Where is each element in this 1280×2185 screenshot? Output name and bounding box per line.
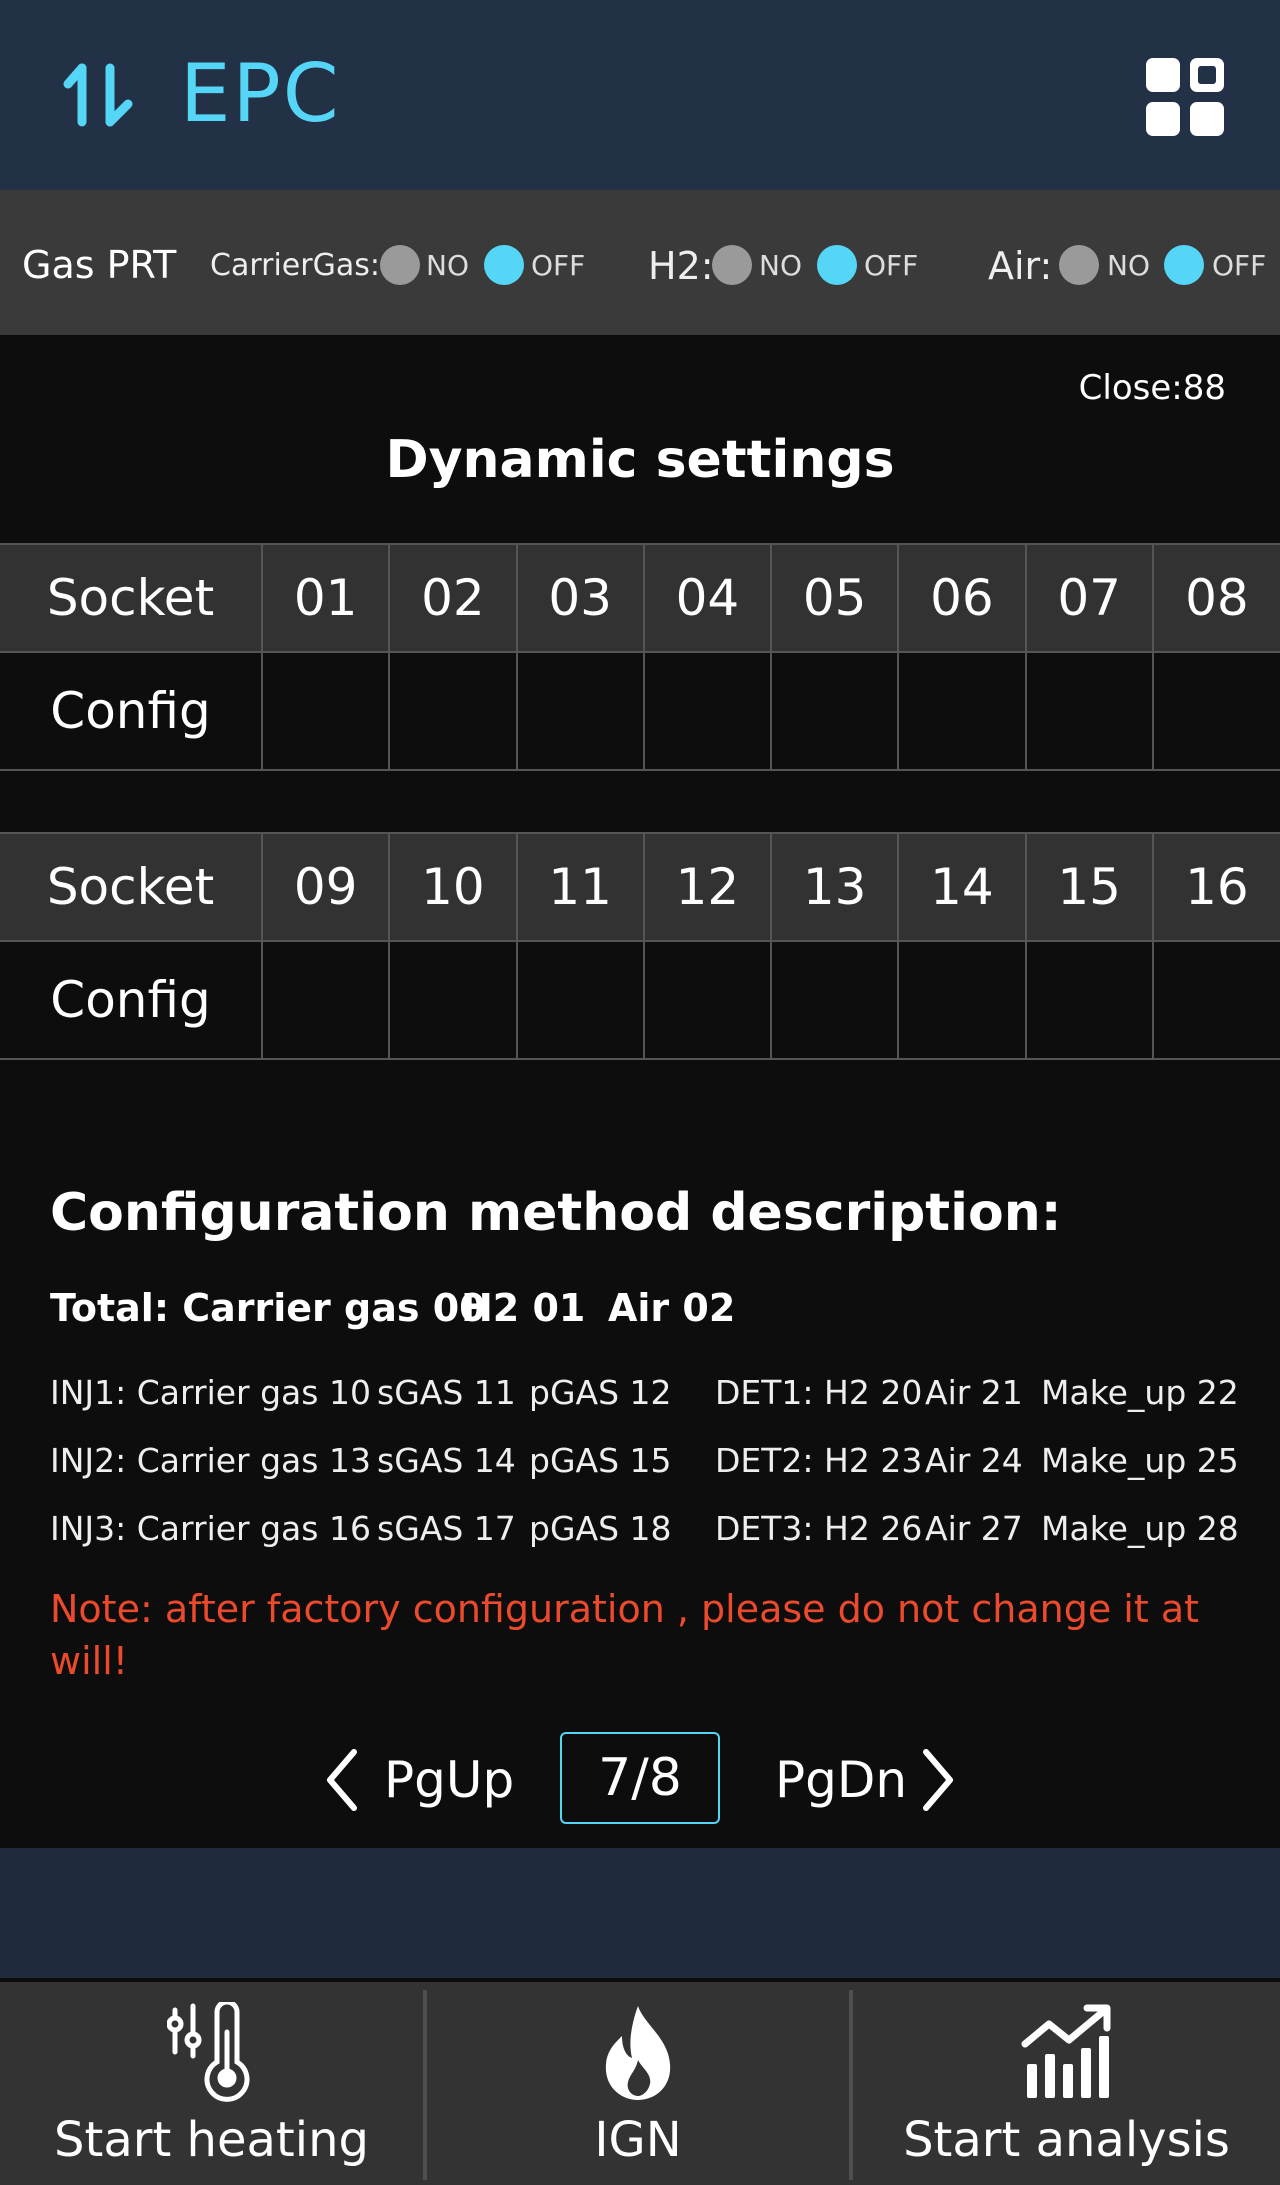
socket-row-label: Socket	[0, 832, 263, 942]
inj3-pgas: pGAS 18	[529, 1509, 672, 1548]
apps-grid-icon[interactable]	[1146, 58, 1224, 136]
config-cell[interactable]	[1024, 940, 1154, 1060]
page-down-button[interactable]: PgDn	[775, 1745, 907, 1815]
config-cell[interactable]	[1024, 651, 1154, 771]
dynamic-settings-title: Dynamic settings	[385, 430, 895, 490]
det3-makeup: Make_up 28	[1041, 1509, 1239, 1548]
socket-number: 03	[515, 543, 645, 653]
socket-number: 04	[642, 543, 773, 653]
socket-number: 14	[897, 832, 1027, 942]
inj3-sgas: sGAS 17	[377, 1509, 516, 1548]
inj2-pgas: pGAS 15	[529, 1441, 672, 1480]
carrier-gas-label: CarrierGas:	[210, 248, 380, 283]
socket-table-2: Socket 09 10 11 12 13 14 15 16 Config	[0, 832, 1280, 1060]
det1-makeup: Make_up 22	[1041, 1373, 1239, 1412]
det1-air: Air 21	[925, 1373, 1023, 1412]
config-cell[interactable]	[1151, 940, 1280, 1060]
config-cell[interactable]	[388, 940, 518, 1060]
socket-number: 15	[1024, 832, 1154, 942]
start-analysis-button[interactable]: Start analysis	[853, 1982, 1280, 2185]
det2-makeup: Make_up 25	[1041, 1441, 1239, 1480]
inj1-pgas: pGAS 12	[529, 1373, 672, 1412]
config-cell[interactable]	[897, 940, 1027, 1060]
warning-note: Note: after factory configuration , plea…	[50, 1587, 1200, 1683]
total-h2: H2 01	[461, 1286, 586, 1330]
start-heating-button[interactable]: Start heating	[0, 1982, 423, 2185]
socket-number: 06	[897, 543, 1027, 653]
config-cell[interactable]	[769, 940, 900, 1060]
det1-h2: DET1: H2 20	[715, 1373, 923, 1412]
h2-no-label: NO	[759, 249, 802, 282]
config-cell[interactable]	[388, 651, 518, 771]
status-band	[0, 1848, 1280, 1978]
gas-prt-title: Gas PRT	[22, 243, 177, 287]
carrier-gas-no-radio[interactable]	[380, 245, 420, 285]
config-cell[interactable]	[897, 651, 1027, 771]
start-heating-label: Start heating	[54, 2112, 369, 2168]
carrier-gas-off-label: OFF	[531, 249, 586, 282]
config-row-label: Config	[0, 940, 263, 1060]
h2-off-label: OFF	[864, 249, 919, 282]
ign-label: IGN	[594, 2112, 682, 2168]
app-title: EPC	[180, 47, 341, 140]
config-row-label: Config	[0, 651, 263, 771]
air-off-label: OFF	[1212, 249, 1267, 282]
page-indicator: 7/8	[560, 1732, 720, 1824]
total-carrier-gas: Total: Carrier gas 00	[50, 1286, 486, 1330]
socket-row-label: Socket	[0, 543, 263, 653]
inj1-sgas: sGAS 11	[377, 1373, 516, 1412]
air-off-radio[interactable]	[1164, 245, 1204, 285]
socket-number: 16	[1151, 832, 1280, 942]
carrier-gas-off-radio[interactable]	[484, 245, 524, 285]
socket-number: 01	[260, 543, 391, 653]
h2-label: H2:	[648, 244, 714, 288]
socket-table-1: Socket 01 02 03 04 05 06 07 08 Config	[0, 543, 1280, 771]
socket-number: 12	[642, 832, 773, 942]
carrier-gas-no-label: NO	[426, 249, 469, 282]
socket-number: 07	[1024, 543, 1154, 653]
config-cell[interactable]	[642, 651, 773, 771]
det3-air: Air 27	[925, 1509, 1023, 1548]
total-air: Air 02	[608, 1286, 736, 1330]
inj3-carrier: INJ3: Carrier gas 16	[50, 1509, 371, 1548]
config-cell[interactable]	[515, 651, 645, 771]
config-cell[interactable]	[642, 940, 773, 1060]
page-up-button[interactable]: PgUp	[384, 1745, 514, 1815]
socket-number: 05	[769, 543, 900, 653]
sort-arrows-icon	[63, 63, 133, 127]
inj2-sgas: sGAS 14	[377, 1441, 516, 1480]
ign-button[interactable]: IGN	[427, 1982, 849, 2185]
det3-h2: DET3: H2 26	[715, 1509, 923, 1548]
config-cell[interactable]	[515, 940, 645, 1060]
socket-number: 08	[1151, 543, 1280, 653]
config-cell[interactable]	[1151, 651, 1280, 771]
air-no-radio[interactable]	[1059, 245, 1099, 285]
h2-no-radio[interactable]	[712, 245, 752, 285]
flame-icon	[605, 2006, 671, 2100]
bar-chart-trend-icon	[1021, 2004, 1110, 2098]
start-analysis-label: Start analysis	[903, 2112, 1230, 2168]
socket-number: 13	[769, 832, 900, 942]
config-cell[interactable]	[260, 651, 391, 771]
inj1-carrier: INJ1: Carrier gas 10	[50, 1373, 371, 1412]
inj2-carrier: INJ2: Carrier gas 13	[50, 1441, 371, 1480]
det2-air: Air 24	[925, 1441, 1023, 1480]
det2-h2: DET2: H2 23	[715, 1441, 923, 1480]
socket-number: 09	[260, 832, 391, 942]
thermometer-sliders-icon	[166, 2002, 249, 2102]
chevron-left-icon[interactable]	[324, 1748, 360, 1812]
description-title: Configuration method description:	[50, 1183, 1062, 1243]
socket-number: 11	[515, 832, 645, 942]
chevron-right-icon[interactable]	[920, 1748, 956, 1812]
socket-number: 10	[388, 832, 518, 942]
air-no-label: NO	[1107, 249, 1150, 282]
close-countdown[interactable]: Close:88	[1079, 366, 1226, 410]
air-label: Air:	[988, 244, 1053, 288]
h2-off-radio[interactable]	[817, 245, 857, 285]
socket-number: 02	[388, 543, 518, 653]
config-cell[interactable]	[769, 651, 900, 771]
config-cell[interactable]	[260, 940, 391, 1060]
